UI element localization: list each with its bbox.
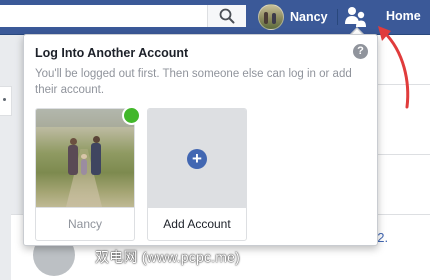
panel-divider (376, 154, 430, 155)
add-account-label: Add Account (148, 207, 246, 241)
dropdown-description: You'll be logged out first. Then someone… (35, 68, 352, 96)
photo-person (68, 138, 78, 175)
search-input[interactable] (0, 5, 207, 27)
home-link[interactable]: Home (386, 9, 421, 23)
search-button[interactable] (207, 5, 246, 27)
add-account-area: + (148, 109, 246, 207)
photo-child (81, 154, 87, 175)
switch-account-dropdown: Log Into Another Account ? You'll be log… (23, 34, 378, 246)
photo-trees (36, 109, 134, 127)
dropdown-title: Log Into Another Account (35, 46, 189, 60)
profile-name: Nancy (290, 10, 328, 24)
account-name: Nancy (36, 207, 134, 241)
add-account-card[interactable]: + Add Account (147, 108, 247, 241)
photo-person (91, 136, 101, 175)
profile-link[interactable]: Nancy (258, 3, 328, 31)
nav-divider (337, 9, 338, 25)
search-icon (219, 8, 235, 24)
account-photo (36, 109, 134, 207)
avatar (258, 4, 284, 30)
annotation-arrow-icon (378, 26, 410, 109)
account-card-nancy[interactable]: Nancy (35, 106, 141, 241)
online-status-badge (122, 106, 141, 125)
background-menu-dot (3, 98, 6, 101)
background-left-card (0, 86, 12, 116)
plus-icon: + (187, 149, 207, 169)
watermark: 双电网 (www.pcpc.me) (95, 249, 240, 265)
